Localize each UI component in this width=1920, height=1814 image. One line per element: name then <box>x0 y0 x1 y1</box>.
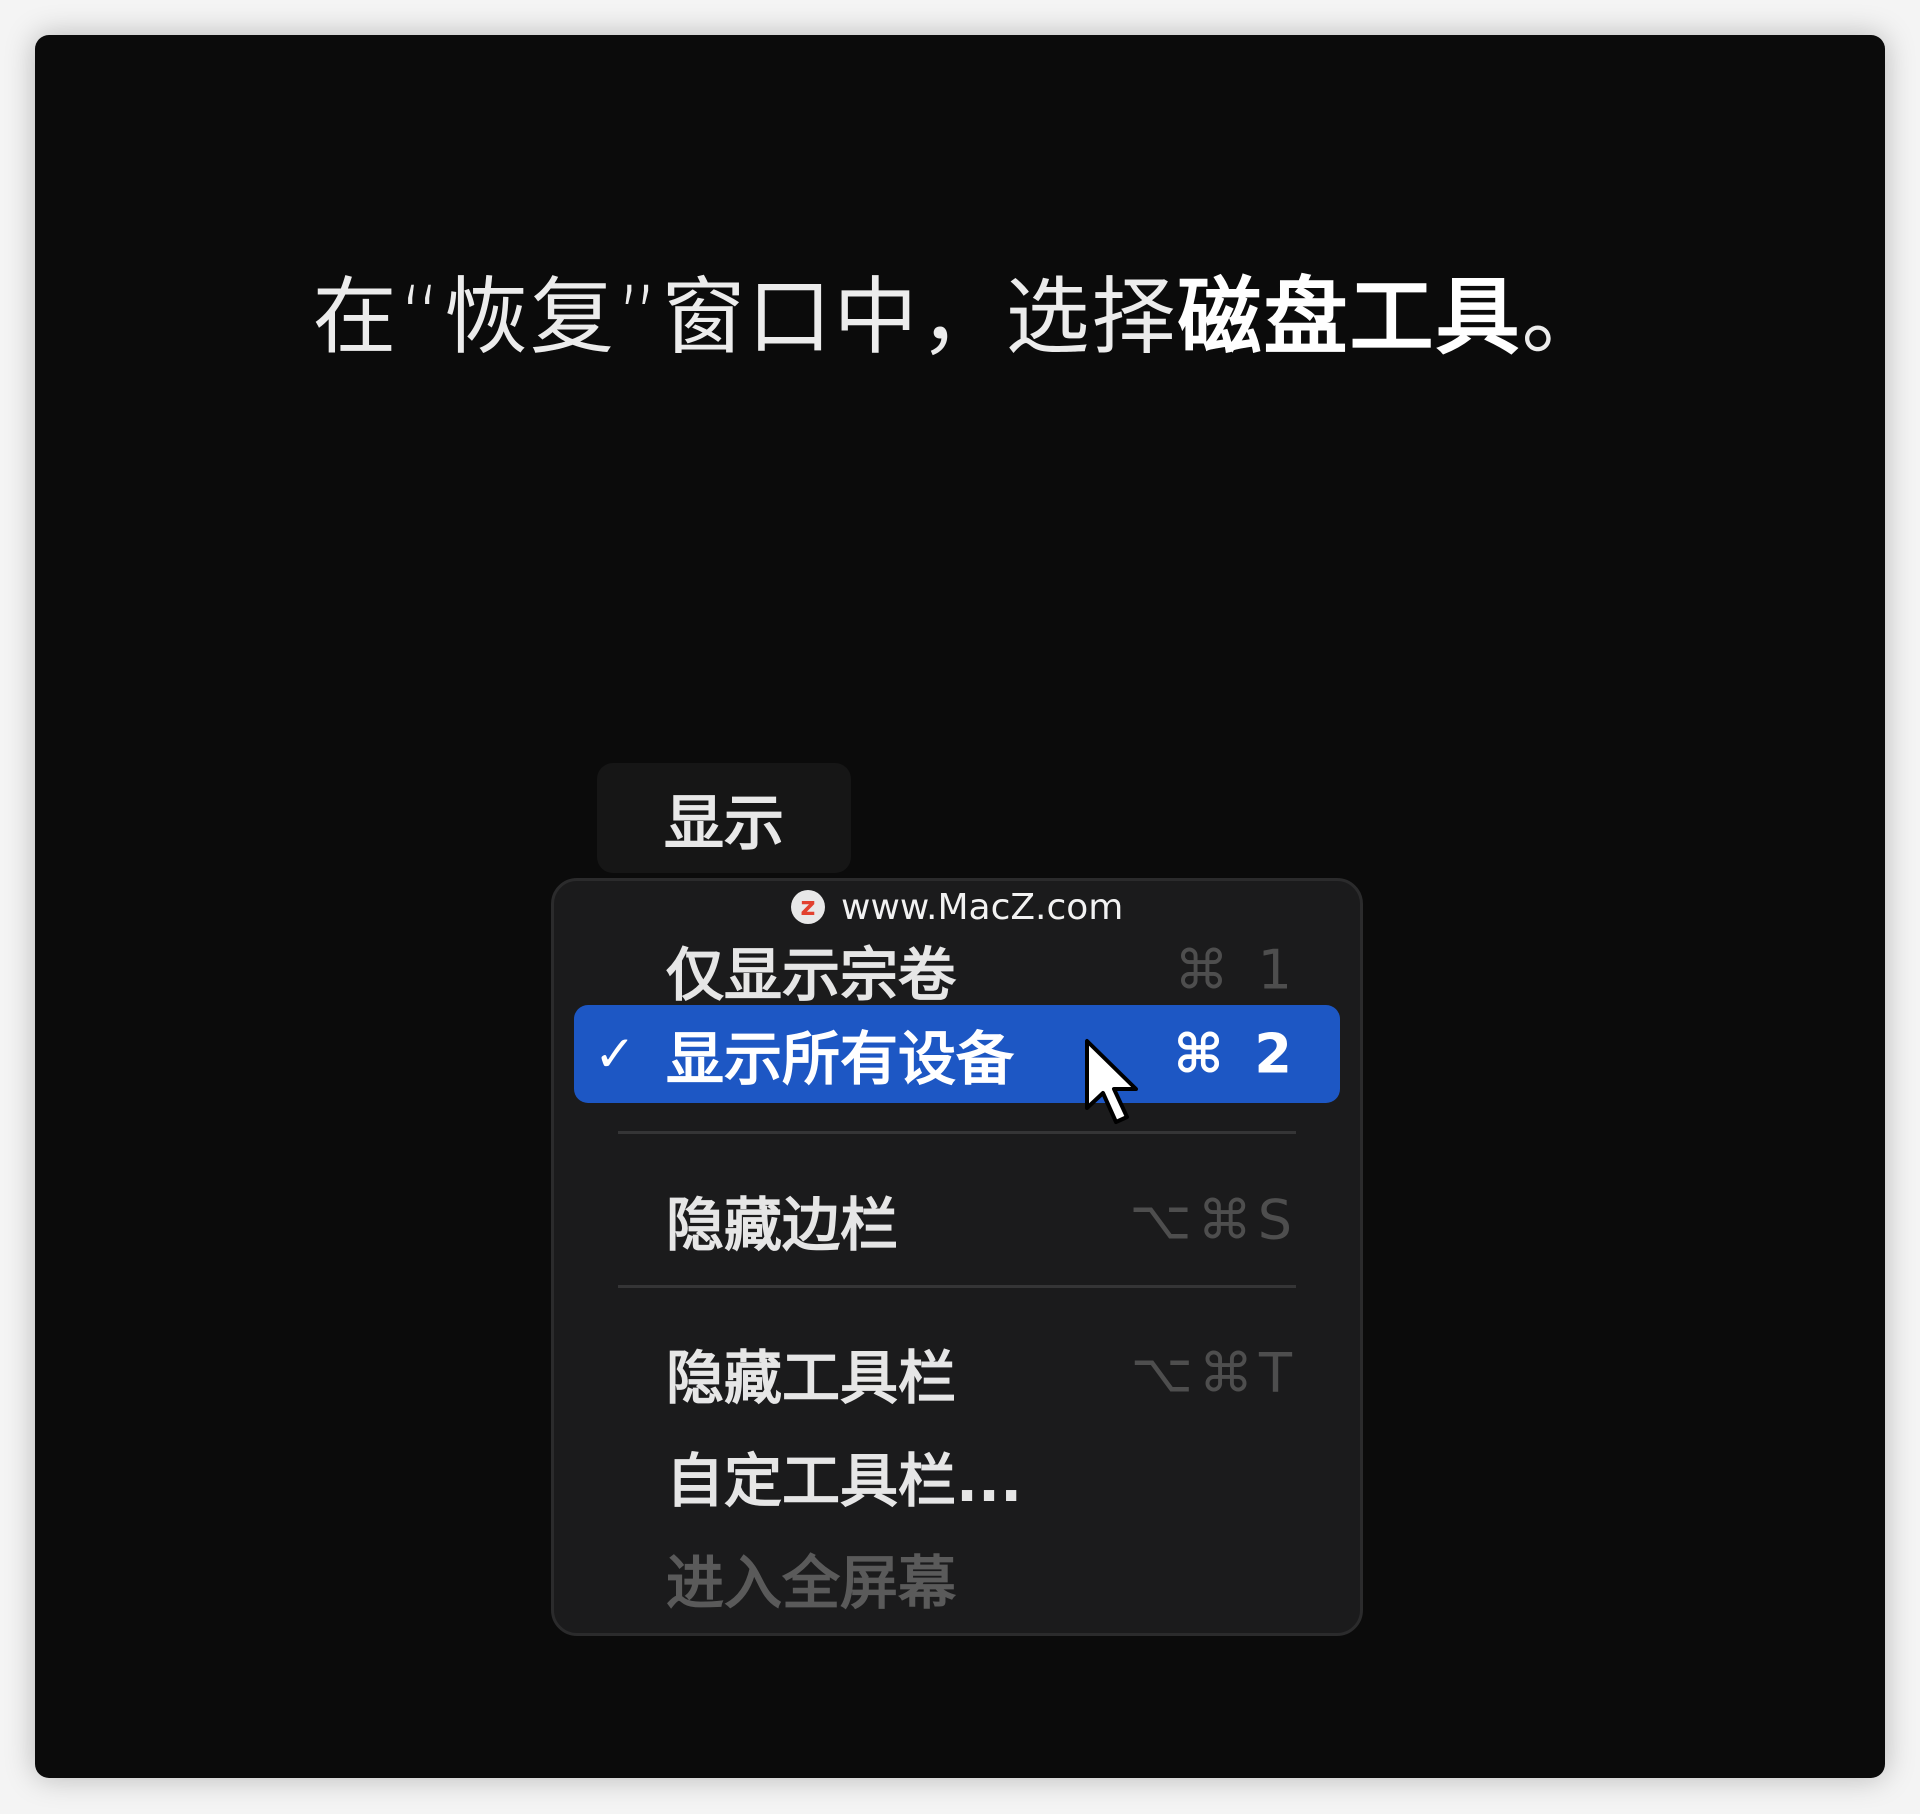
headline-suffix: 。 <box>1521 268 1608 366</box>
menu-item-label: 隐藏边栏 <box>666 1191 899 1259</box>
menu-separator <box>618 1131 1296 1134</box>
menu-item-label: 显示所有设备 <box>666 1025 1015 1093</box>
menu-item-shortcut: ⌘ 2 <box>1173 1022 1298 1086</box>
instruction-headline: 在“恢复”窗口中，选择磁盘工具。 <box>35 250 1885 371</box>
menu-item-customize-toolbar[interactable]: 自定工具栏... <box>574 1427 1340 1525</box>
logo-letter: z <box>800 892 816 922</box>
menu-item-show-all-devices[interactable]: ✓ 显示所有设备 ⌘ 2 <box>574 1005 1340 1103</box>
menu-item-label: 进入全屏幕 <box>666 1549 957 1617</box>
checkmark-icon: ✓ <box>594 1025 636 1083</box>
menu-item-shortcut: ⌥⌘T <box>1130 1341 1298 1405</box>
menu-item-label: 仅显示宗卷 <box>666 941 957 1009</box>
menu-item-hide-toolbar[interactable]: 隐藏工具栏 ⌥⌘T <box>574 1324 1340 1422</box>
headline-prefix: 在“恢复”窗口中，选择 <box>312 268 1178 366</box>
watermark-text: www.MacZ.com <box>841 886 1124 928</box>
menu-item-shortcut: ⌘ 1 <box>1174 938 1298 1002</box>
menu-separator <box>618 1285 1296 1288</box>
view-dropdown-menu: 仅显示宗卷 ⌘ 1 ✓ 显示所有设备 ⌘ 2 隐藏边栏 ⌥⌘S 隐藏工具栏 ⌥⌘… <box>551 878 1363 1636</box>
menu-item-label: 隐藏工具栏 <box>666 1344 957 1412</box>
headline-bold-term: 磁盘工具 <box>1177 268 1522 366</box>
macz-logo-icon: z <box>791 890 825 924</box>
menubar-item-view[interactable]: 显示 <box>597 763 851 873</box>
menu-item-label: 自定工具栏... <box>666 1447 1023 1515</box>
watermark: z www.MacZ.com <box>791 885 1123 929</box>
menu-item-hide-sidebar[interactable]: 隐藏边栏 ⌥⌘S <box>574 1171 1340 1269</box>
menu-item-enter-full-screen: 进入全屏幕 <box>574 1529 1340 1627</box>
arrow-cursor-icon <box>1085 1039 1138 1124</box>
menu-item-shortcut: ⌥⌘S <box>1129 1188 1298 1252</box>
menubar-item-label: 显示 <box>664 788 784 859</box>
